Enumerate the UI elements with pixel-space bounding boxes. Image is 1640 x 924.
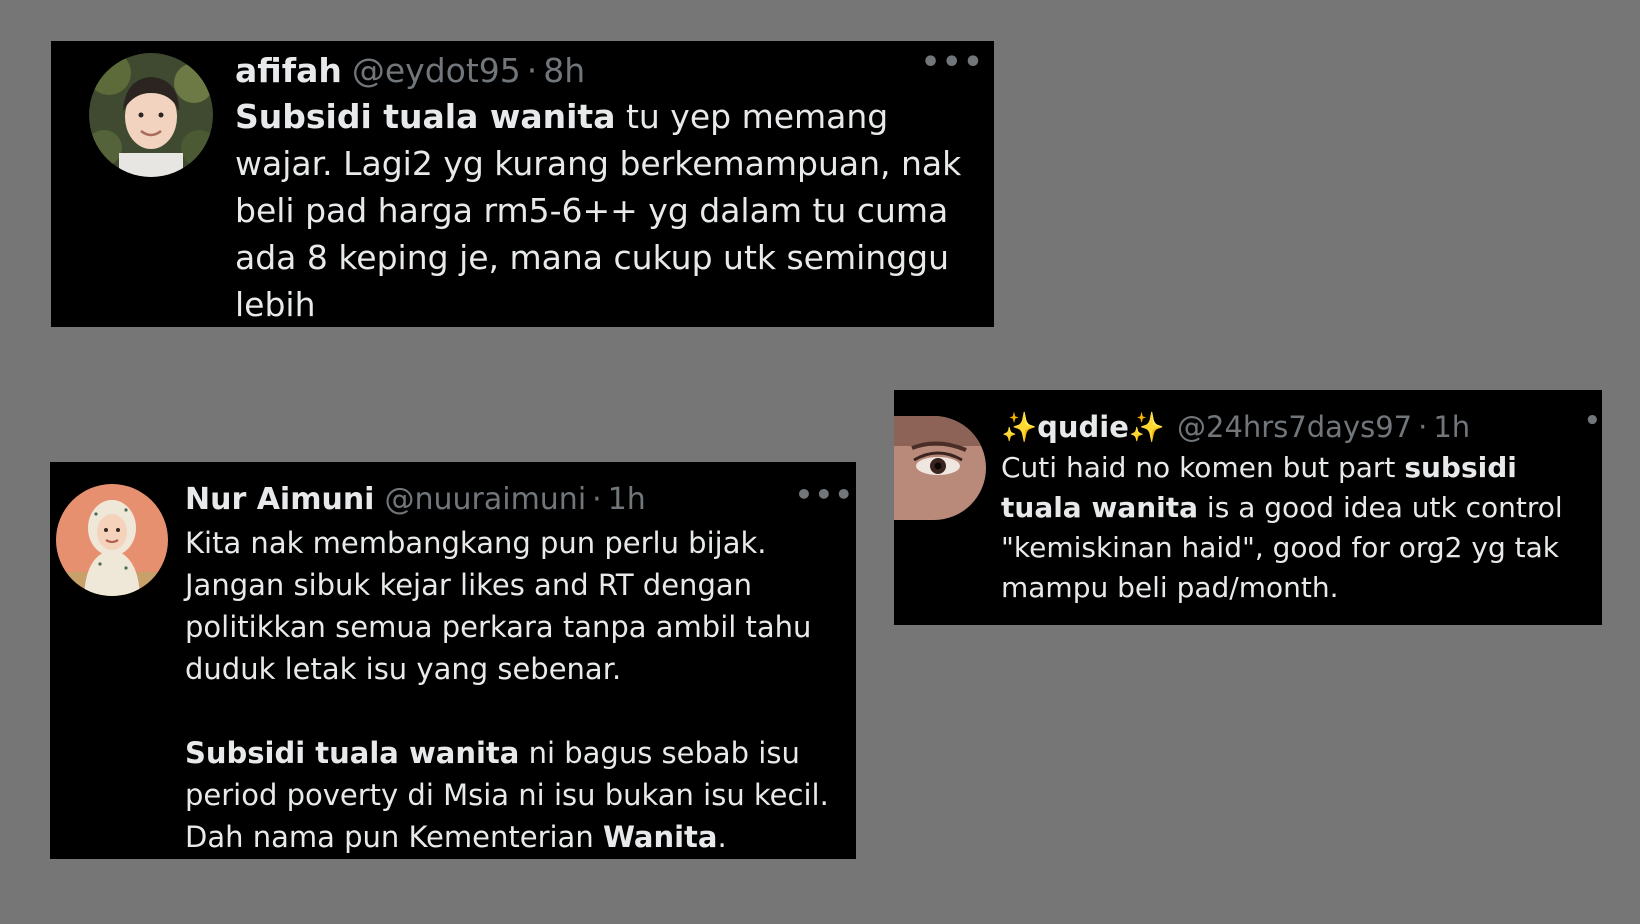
- more-options-icon[interactable]: ••: [1584, 406, 1602, 436]
- bold-text: Wanita: [602, 820, 718, 854]
- tweet-card-afifah[interactable]: afifah @eydot95 · 8h ••• Subsidi tuala w…: [51, 41, 994, 327]
- avatar-image: [56, 484, 168, 596]
- tweet-card-nur-aimuni[interactable]: Nur Aimuni @nuuraimuni · 1h ••• Kita nak…: [50, 462, 856, 859]
- user-handle[interactable]: @nuuraimuni: [384, 482, 586, 517]
- user-handle[interactable]: @eydot95: [352, 51, 521, 90]
- user-handle[interactable]: @24hrs7days97: [1177, 410, 1412, 444]
- tweet-text: Kita nak membangkang pun perlu bijak. Ja…: [185, 522, 845, 858]
- body-text: .: [717, 820, 727, 854]
- tweet-header: afifah @eydot95 · 8h: [235, 51, 585, 90]
- body-text: Cuti haid no komen but part: [1001, 451, 1405, 484]
- timestamp[interactable]: 1h: [1433, 410, 1470, 444]
- avatar[interactable]: [89, 53, 213, 177]
- more-options-icon[interactable]: •••: [921, 45, 985, 80]
- more-options-icon[interactable]: •••: [795, 478, 855, 511]
- avatar[interactable]: [56, 484, 168, 596]
- tweet-text: Subsidi tuala wanita tu yep memang wajar…: [235, 93, 975, 327]
- avatar[interactable]: [894, 416, 986, 520]
- tweet-header: ✨ qudie ✨ @24hrs7days97 · 1h: [1001, 410, 1470, 445]
- bold-text: Subsidi tuala wanita: [185, 736, 520, 770]
- display-name[interactable]: qudie: [1037, 410, 1129, 444]
- sparkles-icon: ✨: [1128, 410, 1165, 444]
- tweet-card-qudie[interactable]: ✨ qudie ✨ @24hrs7days97 · 1h •• Cuti hai…: [894, 390, 1602, 625]
- body-paragraph: Kita nak membangkang pun perlu bijak. Ja…: [185, 526, 812, 686]
- separator: ·: [592, 482, 602, 517]
- avatar-image: [894, 416, 986, 520]
- display-name[interactable]: Nur Aimuni: [185, 482, 374, 517]
- sparkles-icon: ✨: [1001, 410, 1038, 444]
- tweet-text: Cuti haid no komen but part subsidi tual…: [1001, 448, 1596, 608]
- timestamp[interactable]: 8h: [543, 51, 585, 90]
- timestamp[interactable]: 1h: [608, 482, 646, 517]
- avatar-image: [89, 53, 213, 177]
- tweet-header: Nur Aimuni @nuuraimuni · 1h: [185, 482, 646, 517]
- separator: ·: [1418, 410, 1428, 444]
- bold-text: Subsidi tuala wanita: [235, 97, 616, 136]
- separator: ·: [526, 51, 538, 90]
- display-name[interactable]: afifah: [235, 51, 342, 90]
